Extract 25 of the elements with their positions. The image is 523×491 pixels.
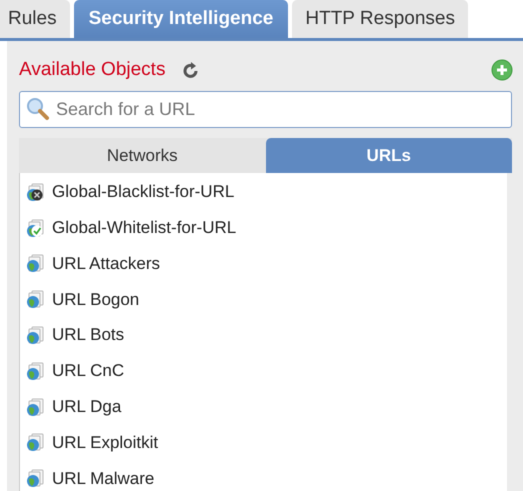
panel-title: Available Objects [19,58,166,82]
globe-icon [26,362,44,380]
list-item[interactable]: Global-Whitelist-for-URL [52,214,236,240]
list-item[interactable]: Global-Blacklist-for-URL [52,179,234,205]
tab[interactable]: URLs [266,138,512,173]
globe-icon [26,326,44,344]
tab[interactable]: Rules [0,0,70,38]
list-item[interactable]: URL Malware [52,466,154,491]
list-item[interactable]: URL CnC [52,358,124,384]
globe-icon [26,398,44,416]
list-item[interactable]: URL Attackers [52,250,160,276]
globe-icon [26,469,44,488]
refresh-icon[interactable] [183,61,200,79]
globe-icon [26,433,44,452]
tab[interactable]: HTTP Responses [292,0,468,38]
list-item[interactable]: URL Exploitkit [52,430,158,456]
globe-check-icon [26,218,44,237]
search-field[interactable]: Search for a URL [19,91,512,128]
list-item[interactable]: URL Dga [52,394,122,420]
add-icon[interactable] [491,59,513,81]
list-item[interactable]: URL Bogon [52,286,140,312]
globe-icon [26,254,44,272]
list-item[interactable]: URL Bots [52,322,124,348]
globe-x-icon [26,182,44,201]
globe-icon [26,290,44,308]
